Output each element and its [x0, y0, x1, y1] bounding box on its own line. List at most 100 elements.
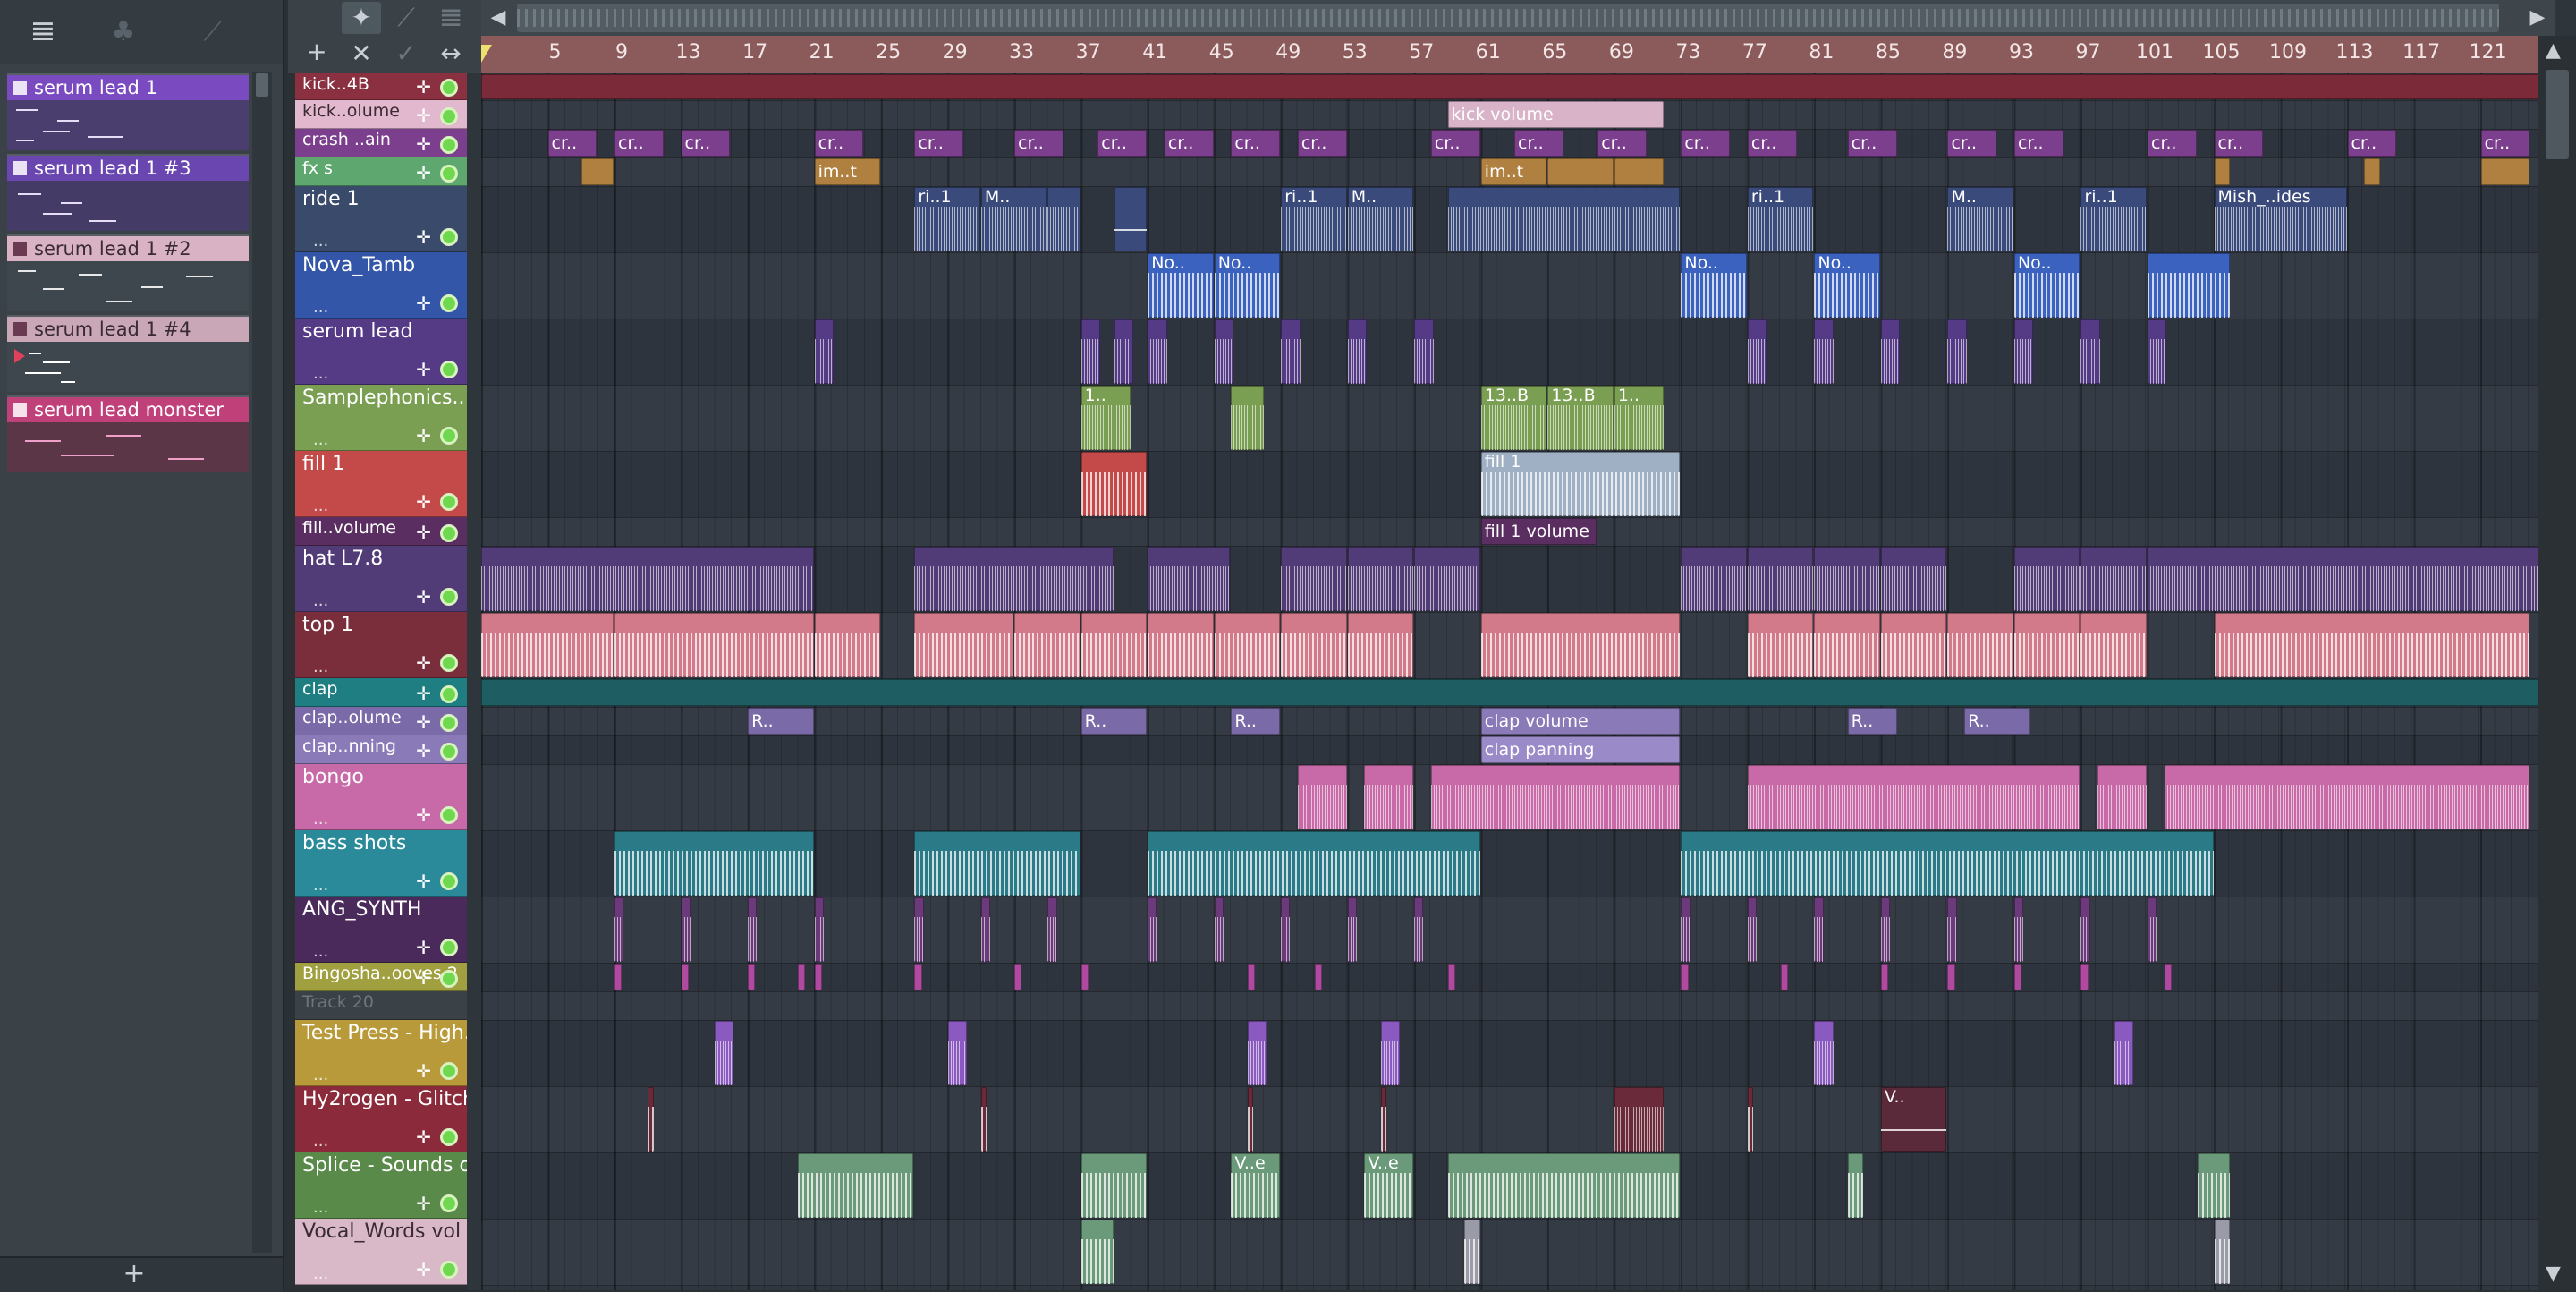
clip[interactable]: cr.. [1747, 130, 1797, 157]
clip[interactable] [1681, 897, 1690, 962]
track-mute-led[interactable] [440, 806, 458, 824]
track-header[interactable]: ride 1... ✛ [295, 186, 467, 252]
clip[interactable]: cr.. [814, 130, 864, 157]
clip[interactable] [1214, 897, 1224, 962]
track-menu-icon[interactable]: ... [313, 1200, 328, 1216]
clip[interactable] [1247, 964, 1256, 990]
track-mute-led[interactable] [440, 361, 458, 378]
clip[interactable]: R.. [1080, 708, 1148, 735]
clip[interactable]: cr.. [2013, 130, 2063, 157]
clip[interactable] [1880, 613, 1947, 677]
clip[interactable] [1247, 1021, 1267, 1085]
clip[interactable]: cr.. [1847, 130, 1897, 157]
clip[interactable] [1814, 547, 1880, 611]
track-mute-led[interactable] [440, 1062, 458, 1080]
clip[interactable] [1547, 158, 1614, 185]
clip[interactable] [2148, 547, 2538, 611]
clip[interactable]: M.. [1947, 187, 2013, 251]
track-lane[interactable] [481, 1020, 2538, 1087]
track-lane[interactable] [481, 319, 2538, 386]
clip[interactable] [2214, 613, 2530, 677]
clip[interactable] [1148, 319, 1167, 384]
audio-clip-icon[interactable]: ♣ [106, 16, 141, 48]
clip[interactable]: cr.. [2480, 130, 2530, 157]
pattern-item[interactable]: serum lead 1 #4 [7, 315, 249, 394]
clip[interactable]: M.. [1347, 187, 1414, 251]
clip[interactable] [1148, 831, 1480, 896]
clip[interactable] [748, 897, 758, 962]
clip[interactable] [914, 547, 1114, 611]
clip[interactable]: 13..B [1480, 386, 1547, 450]
track-menu-icon[interactable]: ... [313, 300, 328, 316]
track-header[interactable]: Track 20 [295, 991, 467, 1020]
clip[interactable] [1297, 765, 1347, 829]
clip[interactable] [1880, 319, 1901, 384]
track-header[interactable]: clap..olume ✛ [295, 707, 467, 735]
track-menu-icon[interactable]: ... [313, 812, 328, 828]
clip[interactable] [614, 613, 814, 677]
clip[interactable] [481, 74, 2538, 99]
track-header[interactable]: bass shots... ✛ [295, 830, 467, 897]
clip[interactable]: M.. [980, 187, 1047, 251]
clip[interactable]: 1.. [1614, 386, 1664, 450]
add-pattern-button[interactable]: + [116, 1260, 152, 1288]
track-menu-icon[interactable]: ... [313, 659, 328, 676]
track-mute-led[interactable] [440, 714, 458, 732]
clip[interactable] [1047, 187, 1080, 251]
clip[interactable]: V..e [1231, 1153, 1281, 1218]
clip[interactable] [1614, 1087, 1664, 1152]
track-mute-led[interactable] [440, 1194, 458, 1212]
track-header[interactable]: Bingosha..ooves 2 ✛ [295, 963, 467, 991]
clip[interactable] [1080, 964, 1089, 990]
clip[interactable] [1414, 547, 1480, 611]
clip[interactable] [1347, 613, 1414, 677]
clip[interactable]: clap volume [1480, 708, 1681, 735]
clip[interactable]: cr.. [2347, 130, 2397, 157]
clip[interactable] [1464, 1220, 1480, 1284]
clip[interactable]: im..t [814, 158, 881, 185]
clip[interactable] [1814, 319, 1834, 384]
clip[interactable] [1114, 319, 1134, 384]
clip[interactable]: fill 1 [1480, 452, 1681, 516]
clip[interactable]: cr.. [681, 130, 731, 157]
clip[interactable]: No.. [1681, 253, 1747, 318]
vertical-scrollbar[interactable]: ▲ ▼ [2538, 36, 2576, 1290]
clip[interactable]: R.. [748, 708, 814, 735]
clip[interactable]: cr.. [547, 130, 597, 157]
clip[interactable]: kick volume [1447, 101, 1664, 128]
clip[interactable] [1314, 964, 1322, 990]
clip[interactable] [1747, 547, 1814, 611]
clip[interactable]: ri..1 [2080, 187, 2147, 251]
clip[interactable] [1247, 1087, 1254, 1152]
piano-icon[interactable]: 𝌆 [431, 2, 470, 34]
track-mute-led[interactable] [440, 136, 458, 154]
clip[interactable] [1214, 319, 1234, 384]
scroll-right-icon[interactable]: ▶ [2524, 4, 2551, 32]
clip[interactable] [1747, 765, 2080, 829]
clip[interactable] [1214, 613, 1281, 677]
track-mute-led[interactable] [440, 939, 458, 956]
track-header[interactable]: fx s ✛ [295, 157, 467, 186]
clip[interactable] [980, 1087, 987, 1152]
clip[interactable] [1480, 613, 1681, 677]
clip[interactable] [1814, 1021, 1834, 1085]
clip[interactable] [2013, 964, 2022, 990]
clip[interactable]: V..e [1364, 1153, 1414, 1218]
clip[interactable] [1681, 547, 1747, 611]
clip[interactable] [1880, 964, 1889, 990]
track-header[interactable]: Samplephonics..... ✛ [295, 385, 467, 451]
clip[interactable] [714, 1021, 734, 1085]
clip[interactable]: Mish_..ides [2214, 187, 2347, 251]
clip[interactable] [2214, 158, 2231, 185]
clip[interactable] [1681, 964, 1689, 990]
clip[interactable] [1014, 964, 1022, 990]
clip[interactable] [797, 1153, 914, 1218]
clip[interactable] [2080, 964, 2089, 990]
track-lane[interactable] [481, 897, 2538, 964]
clip[interactable] [1747, 1087, 1754, 1152]
scroll-up-icon[interactable]: ▲ [2546, 39, 2561, 62]
clip[interactable] [1347, 897, 1357, 962]
track-header[interactable]: bongo... ✛ [295, 764, 467, 830]
clip[interactable] [2013, 547, 2080, 611]
clip[interactable] [1814, 613, 1880, 677]
